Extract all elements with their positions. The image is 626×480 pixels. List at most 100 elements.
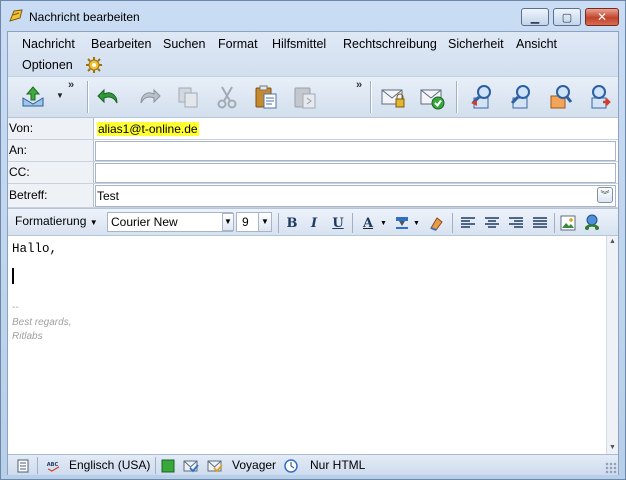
highlight-button[interactable]: [392, 213, 412, 233]
title-bar[interactable]: Nachricht bearbeiten ▁ ▢ ✕: [1, 1, 625, 31]
cut-button[interactable]: [212, 82, 242, 112]
menu-optionen[interactable]: Optionen: [18, 55, 77, 75]
expand-header-button[interactable]: ︾: [597, 187, 613, 203]
undo-icon: [97, 88, 118, 104]
spellcheck-icon[interactable]: ABC: [43, 457, 65, 474]
justify-button[interactable]: [530, 213, 550, 233]
align-center-button[interactable]: [482, 213, 502, 233]
menu-sicherheit[interactable]: Sicherheit: [444, 34, 508, 54]
address-next-button[interactable]: [584, 82, 614, 112]
status-bar: ABC Englisch (USA) Voyager Nur HTML: [8, 454, 618, 475]
copy-icon: [178, 87, 198, 108]
from-row: Von: alias1@t-online.de: [8, 118, 618, 140]
chevron-down-icon: ︾: [600, 190, 610, 200]
resize-grip[interactable]: [605, 462, 617, 474]
toolbar-overflow-1[interactable]: »: [68, 79, 74, 91]
bold-button[interactable]: B: [282, 213, 302, 233]
to-row: An:: [8, 140, 618, 162]
address-cc-button[interactable]: [505, 82, 535, 112]
vertical-scrollbar[interactable]: ▲ ▼: [606, 236, 618, 454]
chevron-down-icon: ▼: [89, 218, 98, 227]
subject-field[interactable]: Test ︾: [95, 185, 616, 207]
language-status[interactable]: Englisch (USA): [69, 458, 150, 472]
maximize-button[interactable]: ▢: [553, 8, 581, 26]
chevron-down-icon[interactable]: ▼: [413, 220, 420, 227]
menu-rechtschreibung[interactable]: Rechtschreibung: [339, 34, 441, 54]
from-field[interactable]: alias1@t-online.de: [95, 119, 616, 139]
signature-greeting: Best regards,: [12, 317, 72, 328]
font-dropdown-arrow[interactable]: ▼: [222, 213, 234, 231]
align-right-icon: [509, 217, 523, 228]
align-center-icon: [485, 217, 499, 228]
menu-bearbeiten[interactable]: Bearbeiten: [87, 34, 155, 54]
underline-button[interactable]: U: [328, 213, 348, 233]
message-body-editor[interactable]: Hallo, -- Best regards, Ritlabs: [8, 236, 606, 454]
clear-format-button[interactable]: [426, 213, 446, 233]
address-book-button[interactable]: [545, 82, 575, 112]
copy-button[interactable]: [173, 82, 203, 112]
paste-special-icon: [294, 87, 316, 109]
paste-button[interactable]: [251, 82, 281, 112]
toolbar-separator: [87, 81, 89, 113]
align-right-button[interactable]: [506, 213, 526, 233]
gear-icon[interactable]: [86, 57, 102, 73]
format-toolbar: Formatierung ▼ Courier New 9 ▼ ▼ B I U A…: [8, 208, 618, 236]
sign-mail-button[interactable]: [378, 82, 408, 112]
address-cc-icon: [510, 85, 530, 109]
to-field[interactable]: [95, 141, 616, 161]
mail-check-icon[interactable]: [182, 457, 200, 474]
encrypt-mail-button[interactable]: [417, 82, 447, 112]
mail-sign-icon[interactable]: [206, 457, 224, 474]
menu-nachricht[interactable]: Nachricht: [18, 34, 79, 54]
menu-ansicht[interactable]: Ansicht: [512, 34, 561, 54]
link-icon: [585, 214, 599, 230]
address-icon: [471, 85, 491, 109]
paste-special-button[interactable]: [290, 82, 320, 112]
send-button[interactable]: [18, 82, 48, 112]
align-left-button[interactable]: [458, 213, 478, 233]
chevron-down-icon[interactable]: ▼: [380, 220, 387, 227]
main-toolbar: ▼ » »: [8, 76, 618, 118]
align-left-icon: [461, 217, 475, 228]
chevron-down-icon[interactable]: ▼: [258, 213, 271, 231]
italic-button[interactable]: I: [304, 213, 324, 233]
menu-suchen[interactable]: Suchen: [159, 34, 209, 54]
cc-field[interactable]: [95, 163, 616, 183]
font-size-select[interactable]: 9 ▼: [236, 212, 272, 232]
toolbar-separator: [370, 81, 372, 113]
document-icon[interactable]: [14, 457, 32, 474]
menu-format[interactable]: Format: [214, 34, 262, 54]
menu-hilfsmittel[interactable]: Hilfsmittel: [268, 34, 330, 54]
toolbar-overflow-2[interactable]: »: [356, 79, 362, 91]
status-separator: [37, 457, 38, 474]
insert-link-button[interactable]: [582, 213, 602, 233]
from-value: alias1@t-online.de: [97, 122, 199, 136]
font-color-button[interactable]: A: [358, 213, 378, 233]
subject-row: Betreff: Test ︾: [8, 184, 618, 208]
address-next-icon: [591, 85, 611, 109]
toolbar-separator: [352, 213, 353, 233]
close-button[interactable]: ✕: [585, 8, 619, 26]
toolbar-separator: [554, 213, 555, 233]
body-text: Hallo,: [12, 242, 58, 256]
encrypt-mail-icon: [420, 89, 445, 110]
address-to-button[interactable]: [466, 82, 496, 112]
undo-button[interactable]: [94, 82, 124, 112]
scroll-up-icon[interactable]: ▲: [607, 236, 618, 248]
minimize-button[interactable]: ▁: [521, 8, 549, 26]
font-value: Courier New: [111, 215, 178, 229]
scroll-down-icon[interactable]: ▼: [607, 442, 618, 454]
cc-label: CC:: [8, 162, 94, 183]
redo-button[interactable]: [134, 82, 164, 112]
maximize-icon: ▢: [561, 11, 573, 24]
message-header-fields: Von: alias1@t-online.de An: CC: Betreff:…: [8, 118, 618, 208]
clock-icon[interactable]: [282, 457, 300, 474]
format-dropdown[interactable]: Formatierung ▼: [15, 214, 98, 228]
send-dropdown-icon[interactable]: ▼: [56, 91, 64, 100]
font-select[interactable]: Courier New: [107, 212, 233, 232]
html-mode-status[interactable]: Nur HTML: [310, 458, 365, 472]
image-icon: [560, 215, 576, 231]
insert-image-button[interactable]: [558, 213, 578, 233]
subject-label: Betreff:: [8, 184, 94, 207]
green-status-icon[interactable]: [159, 457, 177, 474]
